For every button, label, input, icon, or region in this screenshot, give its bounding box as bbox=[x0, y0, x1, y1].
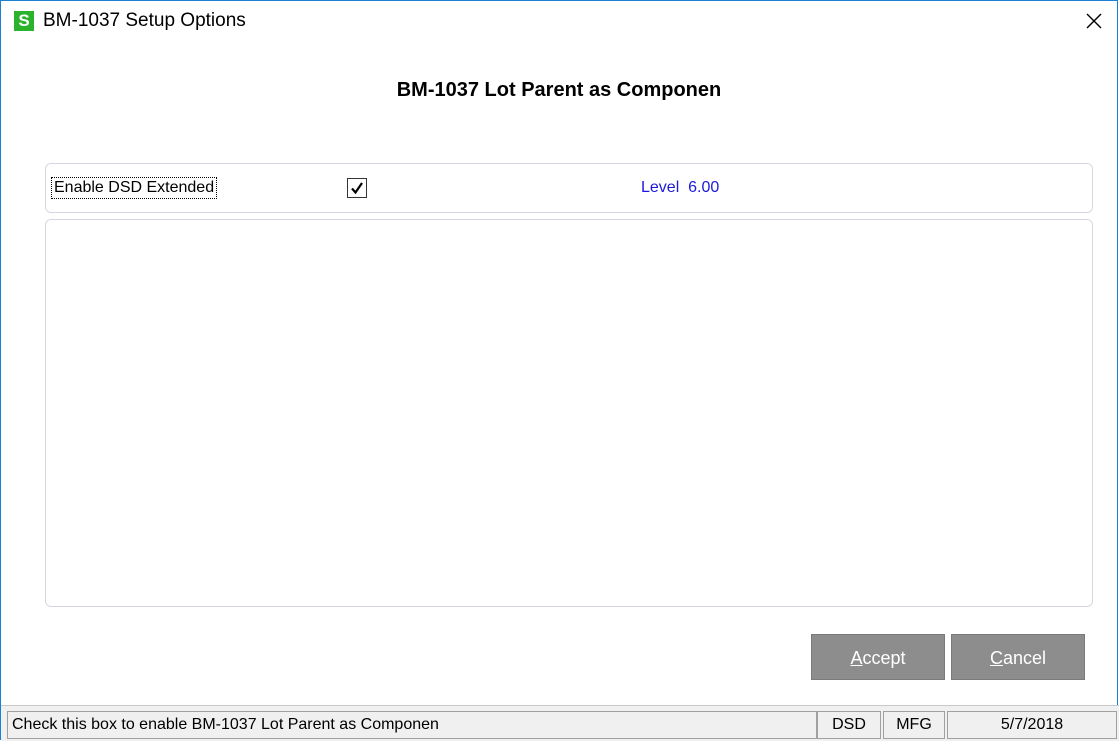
title-bar[interactable]: S BM-1037 Setup Options bbox=[1, 1, 1117, 41]
status-dsd: DSD bbox=[817, 711, 881, 739]
setup-options-window: S BM-1037 Setup Options BM-1037 Lot Pare… bbox=[0, 0, 1119, 741]
window-title: BM-1037 Setup Options bbox=[43, 10, 246, 31]
option-panel: Enable DSD Extended Level 6.00 bbox=[45, 163, 1093, 213]
accept-label: ccept bbox=[862, 648, 906, 668]
close-icon bbox=[1086, 13, 1102, 29]
accept-button[interactable]: Accept bbox=[811, 634, 945, 680]
checkmark-icon bbox=[351, 182, 363, 195]
cancel-button[interactable]: Cancel bbox=[951, 634, 1085, 680]
content-panel bbox=[45, 219, 1093, 607]
enable-dsd-extended-checkbox[interactable] bbox=[347, 178, 367, 198]
close-button[interactable] bbox=[1071, 1, 1117, 41]
cancel-mnemonic: C bbox=[989, 648, 1003, 668]
page-heading: BM-1037 Lot Parent as Componen bbox=[396, 79, 722, 101]
status-bar: Check this box to enable BM-1037 Lot Par… bbox=[1, 705, 1119, 741]
cancel-label: ancel bbox=[1002, 648, 1047, 668]
status-date: 5/7/2018 bbox=[947, 711, 1117, 739]
level-text: Level 6.00 bbox=[641, 179, 720, 196]
status-mfg: MFG bbox=[883, 711, 945, 739]
accept-mnemonic: A bbox=[850, 648, 863, 668]
app-icon: S bbox=[14, 11, 34, 31]
enable-dsd-extended-label[interactable]: Enable DSD Extended bbox=[50, 177, 218, 199]
status-message: Check this box to enable BM-1037 Lot Par… bbox=[7, 711, 817, 739]
